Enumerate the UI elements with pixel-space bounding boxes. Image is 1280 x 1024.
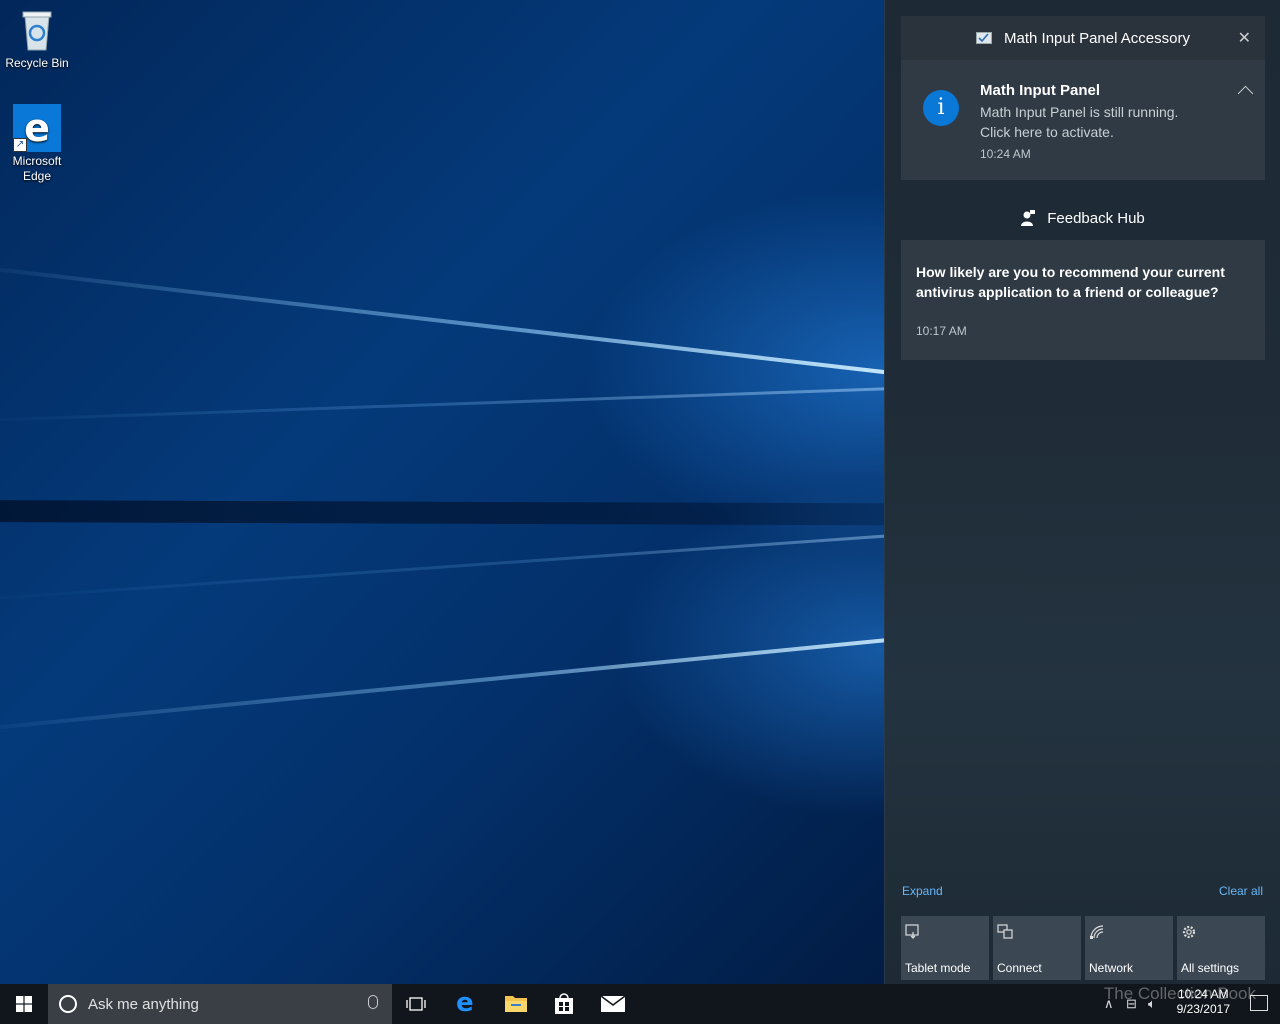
desktop-icon-microsoft-edge[interactable]: e ↗ Microsoft Edge [1,104,73,184]
feedback-hub-icon [1021,210,1036,226]
cortana-icon [59,995,77,1013]
wallpaper-light-beam [0,262,884,377]
clock-date: 9/23/2017 [1176,1002,1230,1016]
wallpaper-dark-band [0,500,884,526]
action-center-icon[interactable] [1250,995,1268,1011]
notification-message: How likely are you to recommend your cur… [916,264,1225,300]
quick-action-all-settings[interactable]: All settings [1177,916,1265,980]
connect-icon [997,924,1013,939]
quick-action-tablet-mode[interactable]: Tablet mode [901,916,989,980]
quick-action-label: Tablet mode [905,961,971,975]
wallpaper-light-beam [0,533,884,603]
desktop-icon-recycle-bin[interactable]: Recycle Bin [1,6,73,71]
notification-time: 10:17 AM [916,324,967,338]
info-icon: i [923,90,959,126]
taskbar-store-button[interactable] [540,984,588,1024]
cortana-search-box[interactable]: Ask me anything [48,984,392,1024]
wallpaper-light-beam [0,386,884,423]
math-input-panel-icon [976,32,993,44]
notification-title: Math Input Panel [980,82,1100,99]
notification-group-title: Math Input Panel Accessory [1004,29,1190,47]
quick-action-network[interactable]: Network [1085,916,1173,980]
desktop-icon-label: Microsoft Edge [12,154,62,183]
edge-icon: e [456,988,474,1018]
volume-icon[interactable]: 🔈︎ [1148,996,1156,1012]
notification-math-input-panel[interactable]: i Math Input Panel Math Input Panel is s… [901,60,1265,180]
mail-icon [601,996,625,1012]
tablet-mode-icon [905,924,919,939]
notification-body: Math Input Panel is still running. Click… [980,102,1220,164]
recycle-bin-icon [13,6,61,54]
taskbar-edge-button[interactable]: e [442,984,490,1024]
chevron-up-icon[interactable] [1237,85,1254,102]
expand-quick-actions-link[interactable]: Expand [902,884,943,898]
notification-time: 10:24 AM [980,147,1031,161]
notification-group-header-math: Math Input Panel Accessory ✕ [901,16,1265,60]
start-button[interactable] [0,984,48,1024]
shortcut-arrow-icon: ↗ [13,138,27,152]
microphone-icon[interactable] [368,995,378,1009]
taskbar-mail-button[interactable] [589,984,637,1024]
chevron-up-icon[interactable]: ∧ [1104,996,1114,1012]
wallpaper-light-beam [0,636,884,734]
quick-action-label: Network [1089,961,1134,975]
windows-logo-icon [16,996,32,1012]
quick-action-label: Connect [997,961,1042,975]
store-icon [555,993,573,1014]
clock[interactable]: 10:24 AM 9/23/2017 [1177,987,1230,1017]
notification-feedback-survey[interactable]: How likely are you to recommend your cur… [901,240,1265,360]
notification-group-title: Feedback Hub [1047,209,1145,227]
folder-icon [505,996,527,1012]
close-icon[interactable]: ✕ [1238,28,1251,48]
desktop-wallpaper [0,0,884,984]
notification-group-header-feedback: Feedback Hub [901,198,1265,238]
network-tray-icon[interactable]: ⊟ [1126,996,1137,1012]
action-center: Math Input Panel Accessory ✕ i Math Inpu… [884,0,1280,984]
task-view-icon [406,997,426,1011]
task-view-button[interactable] [392,984,440,1024]
taskbar-file-explorer-button[interactable] [491,984,539,1024]
desktop-icon-label: Recycle Bin [5,56,69,70]
quick-action-connect[interactable]: Connect [993,916,1081,980]
clock-time: 10:24 AM [1177,987,1229,1001]
edge-icon: e ↗ [13,104,61,152]
quick-action-label: All settings [1181,961,1240,975]
taskbar: Ask me anything e The Collection Book ∧ … [0,984,1280,1024]
system-tray: The Collection Book ∧ ⊟ 🔈︎ 10:24 AM 9/23… [1080,984,1280,1024]
gear-icon [1182,925,1196,939]
clear-all-link[interactable]: Clear all [1219,884,1263,898]
network-icon [1090,925,1104,939]
search-placeholder: Ask me anything [88,996,199,1013]
